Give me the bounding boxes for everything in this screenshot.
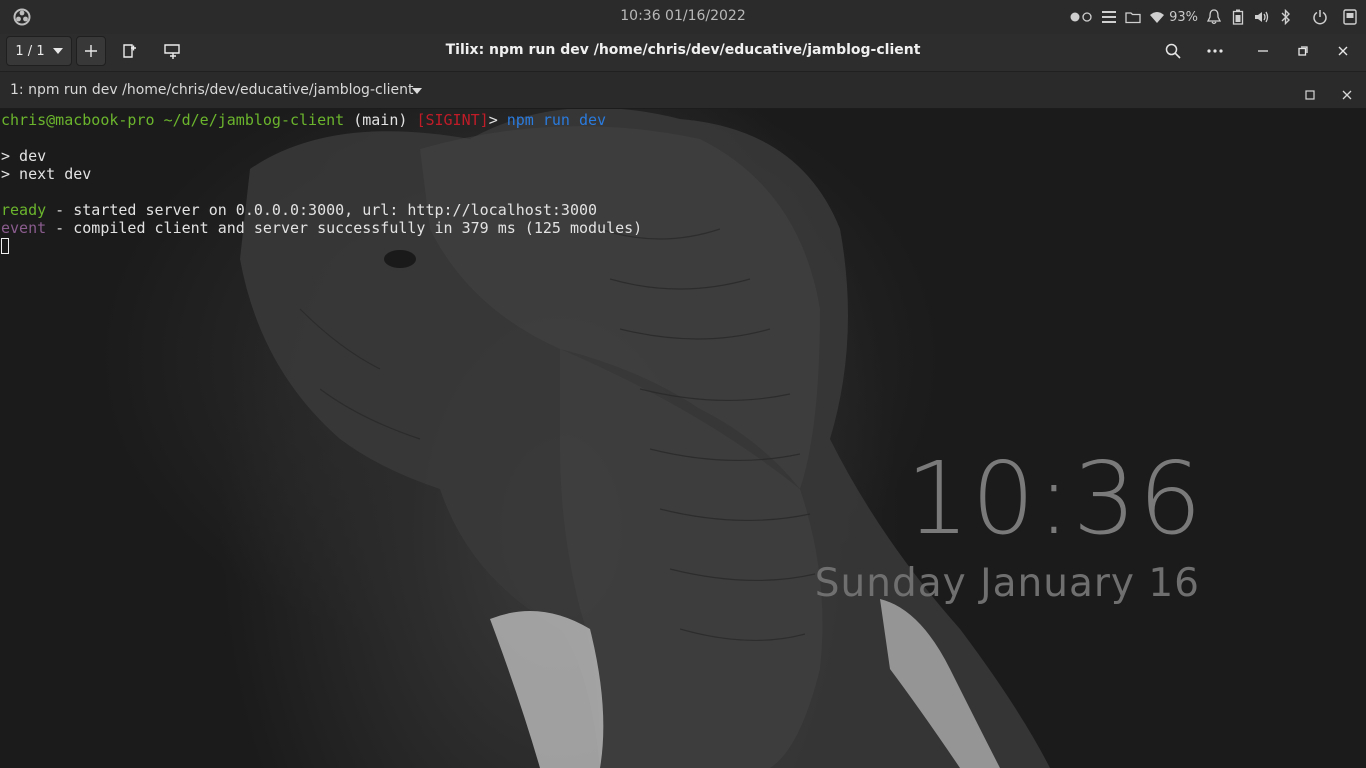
more-options-button[interactable]	[1199, 36, 1231, 66]
ready-message: - started server on 0.0.0.0:3000, url: h…	[46, 201, 598, 219]
notifications-icon[interactable]	[1206, 9, 1222, 25]
output-line-dev: > dev	[1, 147, 47, 165]
prompt-signal: [SIGINT]	[416, 111, 489, 129]
search-button[interactable]	[1157, 36, 1189, 66]
menu-icon[interactable]	[1101, 9, 1117, 25]
session-switcher-button[interactable]: 1 / 1	[6, 36, 72, 66]
terminal-maximize-button[interactable]	[1305, 85, 1315, 104]
power-icon[interactable]	[1312, 9, 1328, 25]
wifi-icon[interactable]	[1149, 9, 1165, 25]
close-button[interactable]	[1327, 36, 1359, 66]
workspace-indicator-icon[interactable]	[1069, 9, 1093, 25]
folder-icon[interactable]	[1125, 9, 1141, 25]
event-tag: event	[1, 219, 47, 237]
terminal-title[interactable]: 1: npm run dev /home/chris/dev/educative…	[10, 82, 413, 98]
chevron-down-icon[interactable]	[412, 88, 422, 94]
maximize-icon	[1305, 90, 1315, 100]
search-icon	[1165, 43, 1181, 59]
split-down-icon	[164, 44, 180, 59]
terminal-cursor	[1, 238, 9, 254]
chevron-down-icon	[52, 48, 63, 54]
system-tray: 93%	[1069, 7, 1358, 27]
command-dev: dev	[579, 111, 607, 129]
bluetooth-icon[interactable]	[1278, 9, 1294, 25]
event-message: - compiled client and server successfull…	[46, 219, 643, 237]
terminal-titlebar[interactable]: 1: npm run dev /home/chris/dev/educative…	[0, 72, 1366, 109]
minimize-button[interactable]	[1247, 36, 1279, 66]
terminal-close-button[interactable]	[1342, 85, 1352, 104]
command-npm: npm	[506, 111, 534, 129]
terminal-view[interactable]: chris@macbook-pro ~/d/e/jamblog-client (…	[0, 109, 1366, 768]
add-session-button[interactable]	[76, 36, 106, 66]
more-icon	[1207, 49, 1223, 53]
plus-icon	[85, 45, 97, 57]
prompt-branch: (main)	[353, 111, 408, 129]
battery-percent: 93%	[1169, 9, 1198, 25]
maximize-button[interactable]	[1287, 36, 1319, 66]
add-terminal-down-button[interactable]	[156, 36, 188, 66]
split-right-icon	[123, 44, 136, 58]
restore-icon	[1298, 46, 1308, 56]
output-line-next-dev: > next dev	[1, 165, 92, 183]
prompt-arrow: >	[488, 111, 498, 129]
minimize-icon	[1258, 50, 1268, 52]
close-icon	[1342, 90, 1352, 100]
battery-icon[interactable]	[1230, 9, 1246, 25]
prompt-path: ~/d/e/jamblog-client	[163, 111, 345, 129]
session-count: 1 / 1	[15, 43, 45, 59]
add-terminal-right-button[interactable]	[114, 36, 146, 66]
volume-icon[interactable]	[1254, 9, 1270, 25]
command-run: run	[542, 111, 570, 129]
prompt-user: chris@macbook-pro	[1, 111, 155, 129]
screen-icon[interactable]	[1342, 9, 1358, 25]
ready-tag: ready	[1, 201, 47, 219]
tilix-headerbar: 1 / 1 Tilix: npm run dev /home/chris/dev…	[0, 34, 1366, 72]
system-top-bar: 10:36 01/16/2022 93%	[0, 0, 1366, 35]
close-icon	[1338, 46, 1348, 56]
wallpaper-date: Sunday January 16	[814, 561, 1200, 606]
wallpaper-clock: 10:36	[905, 440, 1204, 557]
terminal-output[interactable]: chris@macbook-pro ~/d/e/jamblog-client (…	[1, 111, 642, 255]
